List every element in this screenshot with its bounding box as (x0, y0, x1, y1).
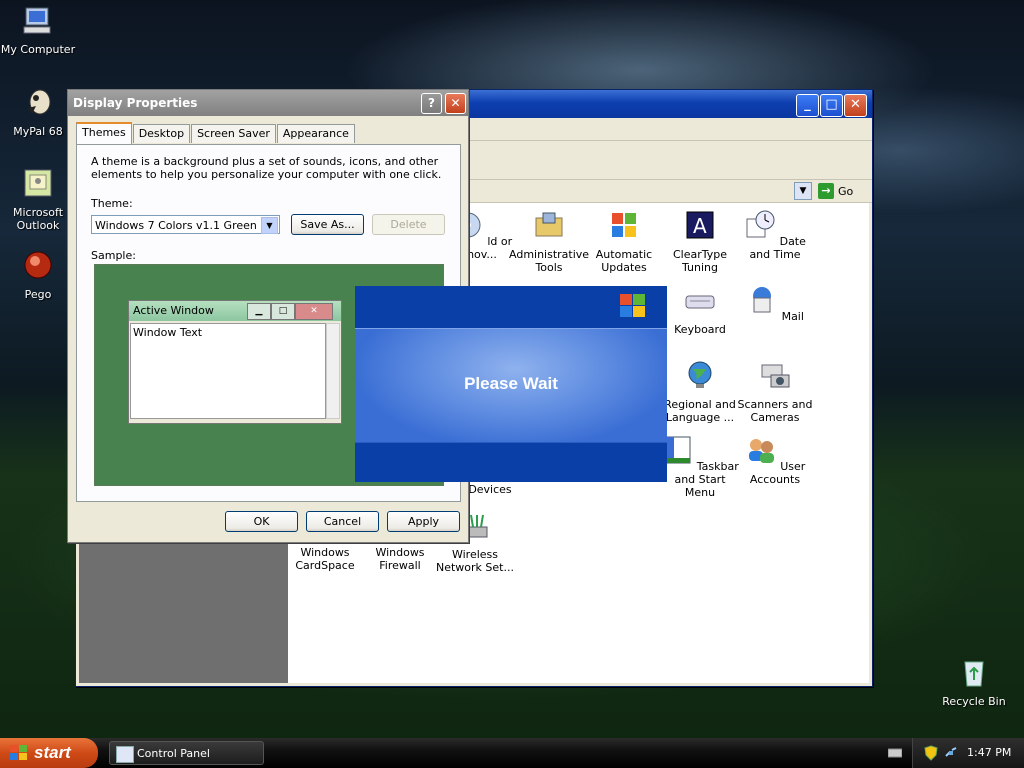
cp-item-cleartype-tuning[interactable]: A ClearType Tuning (660, 209, 740, 274)
go-label: Go (838, 184, 854, 198)
shield-icon[interactable] (924, 745, 938, 761)
windows-flag-icon (620, 294, 646, 320)
ok-button[interactable]: OK (225, 511, 298, 532)
windows-flag-icon (10, 745, 28, 761)
taskbar-button-label: Control Panel (137, 747, 210, 760)
desktop-icon-label: MyPal 68 (13, 125, 63, 138)
cp-item-taskbar-start-menu[interactable]: Taskbar and Start Menu (660, 434, 740, 499)
cancel-button[interactable]: Cancel (306, 511, 379, 532)
mail-icon (753, 287, 772, 313)
cp-item-regional-language[interactable]: Regional and Language ... (660, 359, 740, 424)
cp-item-keyboard[interactable]: Keyboard (660, 284, 740, 336)
tab-screen-saver[interactable]: Screen Saver (191, 124, 276, 143)
cp-item-administrative-tools[interactable]: Administrative Tools (509, 209, 589, 274)
dialog-titlebar[interactable]: Display Properties ? ✕ (68, 90, 468, 116)
automatic-updates-icon (612, 213, 636, 237)
help-button[interactable]: ? (421, 93, 442, 114)
sample-active-window: Active Window ▁ □ ✕ Window Text (128, 300, 342, 424)
go-button[interactable]: → Go (818, 182, 853, 200)
start-button[interactable]: start (0, 738, 98, 768)
cp-item-windows-firewall[interactable]: Windows Firewall (360, 546, 440, 572)
theme-label: Theme: (91, 197, 133, 210)
outlook-icon (24, 169, 52, 197)
start-label: start (34, 743, 71, 762)
theme-select-value: Windows 7 Colors v1.1 Green (95, 219, 257, 232)
desktop-icon-label: Recycle Bin (942, 695, 1006, 708)
cp-item-windows-cardspace[interactable]: Windows CardSpace (285, 546, 365, 572)
pego-icon (24, 251, 52, 279)
tab-themes[interactable]: Themes (76, 122, 132, 144)
sample-close-icon: ✕ (295, 303, 333, 320)
save-as-button[interactable]: Save As... (291, 214, 364, 235)
sample-label: Sample: (91, 249, 136, 262)
please-wait-message: Please Wait (464, 374, 558, 393)
sample-maximize-icon: □ (271, 303, 295, 320)
maximize-button[interactable]: □ (820, 94, 843, 117)
sample-window-titlebar: Active Window ▁ □ ✕ (129, 301, 341, 321)
my-computer-icon (23, 7, 51, 34)
desktop-icon-label: Microsoft Outlook (12, 206, 64, 232)
scanners-cameras-icon (761, 364, 790, 388)
chevron-down-icon[interactable]: ▼ (261, 217, 278, 234)
keyboard-tray-icon[interactable] (888, 747, 902, 759)
administrative-tools-icon (535, 212, 563, 237)
dialog-title: Display Properties (73, 96, 198, 110)
cp-item-user-accounts[interactable]: User Accounts (735, 434, 815, 486)
mypal-icon (28, 89, 51, 115)
theme-description: A theme is a background plus a set of so… (91, 155, 442, 181)
tab-appearance[interactable]: Appearance (276, 124, 355, 143)
minimize-button[interactable]: _ (796, 94, 819, 117)
tab-strip: Themes Desktop Screen Saver Appearance (76, 122, 356, 144)
delete-button: Delete (372, 214, 445, 235)
user-accounts-icon (748, 439, 774, 463)
apply-button[interactable]: Apply (387, 511, 460, 532)
cp-item-date-and-time[interactable]: Date and Time (735, 209, 815, 261)
taskbar: start Control Panel 1:47 PM (0, 738, 1024, 768)
cp-item-automatic-updates[interactable]: Automatic Updates (584, 209, 664, 274)
desktop-icon-my-computer[interactable]: My Computer (0, 4, 76, 56)
sample-scrollbar (326, 323, 340, 419)
desktop-icon-mypal[interactable]: MyPal 68 (0, 86, 76, 138)
desktop-icon-outlook[interactable]: Microsoft Outlook (0, 167, 76, 232)
keyboard-icon (685, 295, 715, 309)
sample-minimize-icon: ▁ (247, 303, 271, 320)
sample-window-title: Active Window (133, 304, 214, 317)
dialog-close-button[interactable]: ✕ (445, 93, 466, 114)
taskbar-button-control-panel[interactable]: Control Panel (109, 741, 264, 765)
theme-select[interactable]: Windows 7 Colors v1.1 Green ▼ (91, 215, 280, 234)
desktop-icon-pego[interactable]: Pego (0, 249, 76, 301)
control-panel-icon (116, 746, 134, 763)
svg-text:A: A (693, 214, 707, 238)
regional-language-icon (688, 361, 712, 388)
desktop-icon-label: My Computer (0, 43, 76, 56)
address-dropdown-button[interactable]: ▼ (794, 182, 812, 200)
cp-item-mail[interactable]: Mail (735, 284, 815, 323)
close-button[interactable]: ✕ (844, 94, 867, 117)
desktop-icon-recycle-bin[interactable]: Recycle Bin (936, 656, 1012, 708)
cleartype-icon: A (686, 211, 714, 239)
sample-window-text: Window Text (133, 326, 203, 339)
date-time-icon (746, 210, 775, 238)
go-arrow-icon: → (818, 183, 834, 199)
please-wait-splash: Please Wait (355, 286, 667, 482)
recycle-bin-icon (964, 661, 984, 687)
sample-window-body: Window Text (130, 323, 326, 419)
cp-item-scanners-cameras[interactable]: Scanners and Cameras (735, 359, 815, 424)
network-icon[interactable] (944, 746, 958, 760)
desktop-icon-label: Pego (24, 288, 52, 301)
tab-desktop[interactable]: Desktop (132, 124, 191, 143)
clock: 1:47 PM (967, 746, 1012, 759)
